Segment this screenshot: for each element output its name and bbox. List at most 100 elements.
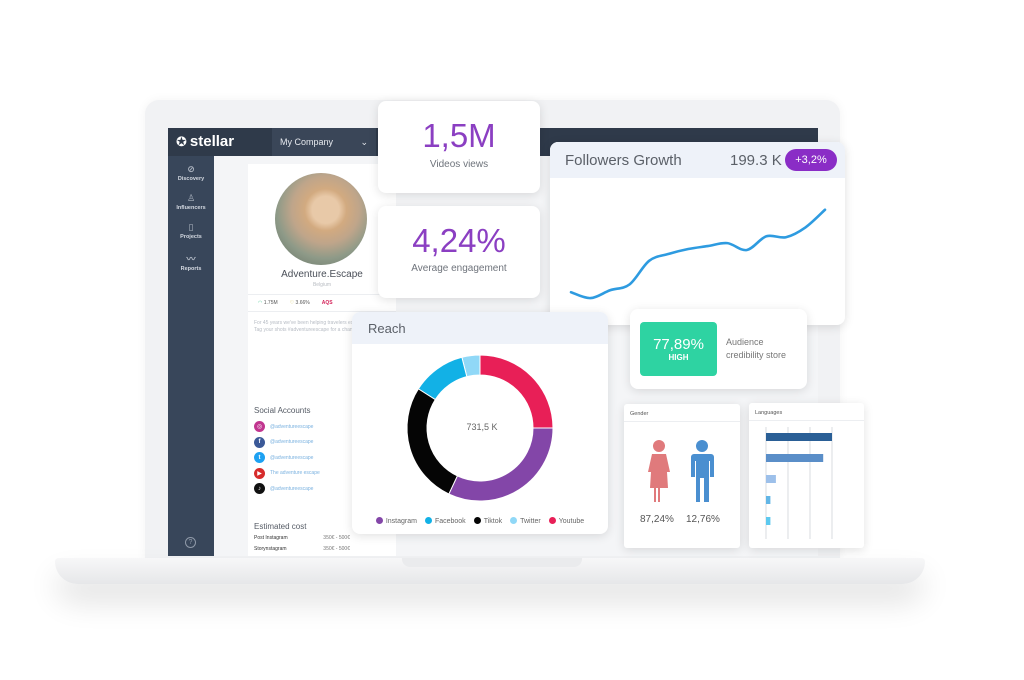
cost-label: Post Instagram [254, 535, 288, 541]
legend-label: Instagram [385, 518, 417, 525]
female-percent: 87,24% [640, 514, 674, 525]
gender-title: Gender [624, 404, 740, 422]
legend-item-instagram[interactable]: Instagram [375, 517, 417, 525]
social-handle[interactable]: @adventureescape [270, 486, 313, 492]
female-icon [648, 440, 670, 502]
cost-value: 350€ - 500€ [323, 546, 350, 552]
language-bar-4 [766, 496, 771, 504]
sidebar: ⊘ Discovery ♙ Influencers ▯ Projects 〰 R… [168, 156, 214, 556]
growth-line [569, 208, 827, 300]
nav-label: Projects [180, 234, 202, 240]
kpi-value: 1,5M [422, 117, 496, 154]
user-icon: ♙ [186, 193, 196, 203]
followers-growth-title: Followers Growth [565, 152, 682, 169]
social-handle[interactable]: @adventureescape [270, 424, 313, 430]
stat-value: 1.75M [263, 300, 278, 306]
brand-logo[interactable]: ✪ stellar [176, 133, 234, 150]
sidebar-item-reports[interactable]: 〰 Reports [168, 252, 214, 272]
reach-card: Reach 731,5 K Instagram Facebook Tiktok Twi… [352, 312, 608, 534]
reach-legend: Instagram Facebook Tiktok Twitter Youtube [352, 517, 608, 525]
language-bar-2 [766, 454, 824, 462]
legend-label: Facebook [434, 518, 466, 525]
company-name: My Company [280, 137, 334, 147]
followers-growth-value: 199.3 K [730, 152, 782, 169]
legend-dot [473, 517, 481, 524]
nav-label: Influencers [176, 205, 206, 211]
followers-growth-change-badge: +3,2% [785, 149, 837, 171]
sidebar-item-discovery[interactable]: ⊘ Discovery [168, 164, 214, 182]
donut-slice-youtube[interactable] [479, 354, 554, 429]
kpi-card-video-views: 1,5M Videos views [378, 101, 540, 193]
stat-aqs: AQS [321, 300, 333, 306]
help-icon[interactable]: ? [185, 537, 196, 548]
donut-slice-tiktok[interactable] [406, 388, 459, 495]
cost-label: Storynstagram [254, 546, 287, 552]
reach-header: Reach [352, 312, 608, 344]
legend-item-twitter[interactable]: Twitter [510, 517, 541, 525]
profile-location: Belgium [312, 282, 332, 288]
languages-card: Languages [749, 403, 864, 548]
followers-growth-header: Followers Growth 199.3 K +3,2% [550, 142, 845, 178]
legend-item-tiktok[interactable]: Tiktok [473, 517, 503, 525]
laptop-notch [402, 558, 582, 567]
stat-followers: ◠ 1.75M [258, 300, 278, 306]
kpi-card-engagement: 4,24% Average engagement [378, 206, 540, 298]
legend-item-youtube[interactable]: Youtube [548, 517, 585, 525]
logo-icon: ✪ [176, 133, 187, 149]
legend-dot [424, 517, 432, 524]
legend-label: Youtube [558, 518, 585, 525]
legend-dot [375, 517, 383, 524]
cost-row: Post Instagram 350€ - 500€ [254, 535, 350, 546]
credibility-level: HIGH [668, 353, 689, 362]
kpi-label: Videos views [429, 159, 489, 170]
sidebar-item-influencers[interactable]: ♙ Influencers [168, 193, 214, 211]
legend-item-facebook[interactable]: Facebook [424, 517, 466, 525]
male-icon [691, 440, 714, 502]
profile-stats: ◠ 1.75M ♡ 3.66% AQS [248, 294, 396, 312]
languages-title: Languages [749, 403, 864, 421]
cost-row: Storynstagram 350€ - 500€ [254, 546, 350, 556]
followers-growth-chart [569, 208, 827, 300]
facebook-icon: f [254, 436, 265, 448]
social-handle[interactable]: @adventureescape [270, 439, 313, 445]
followers-growth-card: Followers Growth 199.3 K +3,2% [550, 142, 845, 325]
nav-label: Reports [180, 266, 202, 272]
stat-engagement: ♡ 3.66% [290, 300, 310, 306]
legend-label: Tiktok [483, 518, 503, 525]
reach-title: Reach [368, 321, 406, 336]
instagram-icon: ◎ [254, 421, 265, 433]
social-handle[interactable]: @adventureescape [270, 455, 313, 461]
language-bar-5 [766, 517, 771, 525]
chart-line-icon: 〰 [186, 254, 196, 264]
youtube-icon: ▶ [254, 467, 265, 479]
credibility-card: 77,89% HIGH Audience credibility store [630, 309, 807, 389]
donut-slice-instagram[interactable] [448, 427, 554, 502]
company-selector[interactable]: My Company ⌄ [272, 128, 376, 156]
estimated-cost: Estimated cost Post Instagram 350€ - 500€… [254, 522, 350, 556]
legend-label: Twitter [520, 518, 541, 525]
kpi-label: Average engagement [411, 263, 507, 274]
kpi-value: 4,24% [412, 222, 506, 259]
legend-dot [510, 517, 518, 524]
languages-chart [765, 427, 833, 539]
nav-label: Discovery [177, 176, 205, 182]
compass-icon: ⊘ [187, 164, 195, 174]
language-bar-1 [766, 433, 832, 441]
language-bar-3 [766, 475, 776, 483]
stat-value: 3.66% [295, 300, 310, 306]
credibility-score-box: 77,89% HIGH [640, 322, 717, 376]
folder-icon: ▯ [188, 222, 194, 232]
brand-name: stellar [189, 133, 235, 150]
reach-donut-chart: 731,5 K [406, 354, 554, 502]
male-percent: 12,76% [686, 514, 720, 525]
tiktok-icon: ♪ [254, 483, 265, 495]
sidebar-item-projects[interactable]: ▯ Projects [168, 222, 214, 240]
social-handle[interactable]: The adventure escape [270, 470, 320, 476]
estimated-cost-title: Estimated cost [254, 522, 307, 531]
credibility-value: 77,89% [653, 336, 704, 353]
wifi-icon: ◠ [258, 300, 263, 306]
legend-dot [548, 517, 556, 524]
heart-icon: ♡ [289, 300, 295, 306]
reach-total: 731,5 K [466, 422, 497, 432]
cost-value: 350€ - 500€ [323, 535, 350, 541]
